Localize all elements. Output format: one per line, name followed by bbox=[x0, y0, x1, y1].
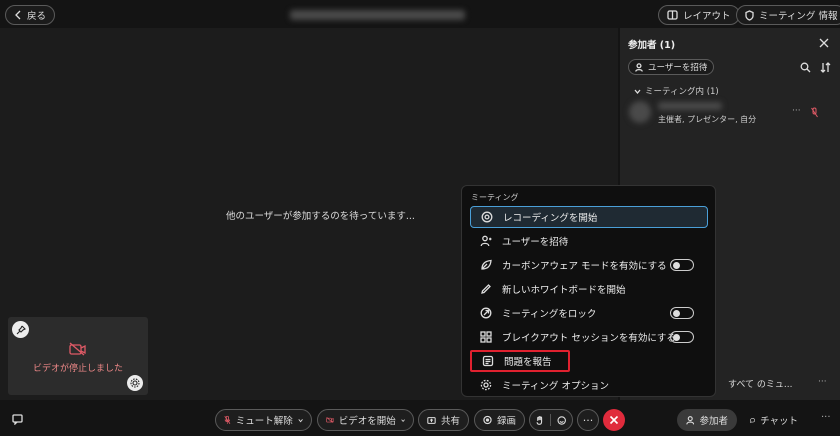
menu-item-8[interactable]: ミーティング オプション bbox=[470, 374, 708, 396]
chat-button[interactable]: チャット bbox=[741, 409, 807, 431]
menu-item-6[interactable]: ブレイクアウト セッションを有効にする bbox=[470, 326, 708, 348]
leaf-icon bbox=[481, 259, 492, 270]
participants-label: 参加者 bbox=[699, 416, 728, 427]
more-options-button[interactable]: ··· bbox=[577, 409, 599, 431]
toggle-switch[interactable] bbox=[670, 331, 694, 343]
video-off-icon bbox=[69, 342, 86, 356]
sort-icon[interactable] bbox=[820, 62, 831, 73]
more-icon: ··· bbox=[582, 413, 594, 427]
layout-label: レイアウト bbox=[683, 11, 731, 22]
participant-more-icon[interactable]: ··· bbox=[792, 106, 801, 116]
raise-hand-icon[interactable] bbox=[536, 415, 544, 426]
menu-item-2[interactable]: ユーザーを招待 bbox=[470, 230, 708, 252]
participant-role: 主催者, プレゼンター, 自分 bbox=[658, 115, 757, 124]
start-video-button[interactable]: ビデオを開始 bbox=[317, 409, 414, 431]
start-video-label: ビデオを開始 bbox=[338, 416, 396, 427]
shield-icon bbox=[745, 9, 754, 21]
panel-title: 参加者 (1) bbox=[628, 40, 676, 51]
video-stopped-label: ビデオが停止しました bbox=[32, 364, 123, 374]
meeting-info-button[interactable]: ミーティング 情報 bbox=[736, 5, 840, 25]
panel-more-icon[interactable]: ··· bbox=[818, 377, 827, 387]
section-label: ミーティング内 (1) bbox=[645, 87, 719, 97]
menu-item-4[interactable]: 新しいホワイトボードを開始 bbox=[470, 278, 708, 300]
person-icon bbox=[686, 415, 695, 424]
menu-item-label: カーボンアウェア モードを有効にする bbox=[502, 261, 667, 272]
gear-icon bbox=[480, 379, 492, 391]
self-view-tile: ビデオが停止しました bbox=[8, 317, 148, 395]
lock-icon bbox=[480, 307, 492, 319]
back-button[interactable]: 戻る bbox=[5, 5, 56, 25]
unmute-label: ミュート解除 bbox=[235, 416, 293, 427]
meeting-title-blurred bbox=[290, 10, 465, 20]
menu-item-label: レコーディングを開始 bbox=[503, 213, 598, 224]
pin-icon bbox=[16, 325, 26, 334]
share-button[interactable]: 共有 bbox=[418, 409, 469, 431]
waiting-message: 他のユーザーが参加するのを待っています... bbox=[226, 211, 415, 222]
chevron-down-icon bbox=[634, 89, 641, 94]
record-icon bbox=[481, 211, 493, 223]
self-view-settings-button[interactable] bbox=[127, 375, 143, 391]
layout-button[interactable]: レイアウト bbox=[658, 5, 740, 25]
invite-users-label: ユーザーを招待 bbox=[648, 63, 708, 73]
person-icon bbox=[635, 62, 643, 72]
meeting-info-label: ミーティング 情報 bbox=[759, 11, 838, 22]
menu-item-label: 新しいホワイトボードを開始 bbox=[502, 285, 626, 296]
more-options-menu: ミーティング レコーディングを開始 ユーザーを招待カーボンアウェア モードを有効に… bbox=[461, 185, 716, 397]
chat-icon bbox=[750, 417, 755, 423]
chevron-left-icon bbox=[15, 10, 21, 20]
search-icon[interactable] bbox=[800, 62, 811, 73]
record-icon bbox=[483, 415, 492, 425]
menu-section-label: ミーティング bbox=[471, 193, 519, 202]
emoji-icon[interactable] bbox=[557, 415, 566, 426]
record-label: 録画 bbox=[496, 416, 516, 427]
pencil-icon bbox=[481, 284, 491, 294]
chevron-down-icon bbox=[401, 418, 405, 422]
invite-users-button[interactable]: ユーザーを招待 bbox=[628, 59, 715, 75]
menu-item-label: 問題を報告 bbox=[504, 357, 552, 368]
captions-icon[interactable] bbox=[12, 414, 23, 425]
record-button[interactable]: 録画 bbox=[474, 409, 525, 431]
menu-item-5[interactable]: ミーティングをロック bbox=[470, 302, 708, 324]
gear-icon bbox=[130, 378, 140, 388]
chevron-down-icon bbox=[298, 418, 303, 422]
share-label: 共有 bbox=[440, 416, 460, 427]
participants-button[interactable]: 参加者 bbox=[677, 409, 737, 431]
end-call-button[interactable] bbox=[603, 409, 625, 431]
mic-muted-icon bbox=[811, 107, 818, 118]
back-label: 戻る bbox=[27, 11, 47, 22]
close-icon bbox=[609, 415, 619, 425]
menu-item-1[interactable]: レコーディングを開始 bbox=[470, 206, 708, 228]
toolbar-more-icon[interactable]: ··· bbox=[821, 412, 831, 423]
chat-label: チャット bbox=[760, 416, 798, 427]
close-icon[interactable] bbox=[819, 38, 829, 48]
mic-muted-icon bbox=[224, 415, 231, 424]
menu-item-label: ミーティング オプション bbox=[502, 381, 609, 392]
toggle-switch[interactable] bbox=[670, 307, 694, 319]
menu-item-3[interactable]: カーボンアウェア モードを有効にする bbox=[470, 254, 708, 276]
menu-item-label: ユーザーを招待 bbox=[502, 237, 569, 248]
menu-item-7[interactable]: 問題を報告 bbox=[470, 350, 570, 372]
layout-icon bbox=[667, 10, 678, 20]
participant-name-blurred bbox=[658, 102, 722, 110]
grid-icon bbox=[480, 331, 492, 343]
pin-button[interactable] bbox=[12, 321, 29, 338]
in-meeting-section-header[interactable]: ミーティング内 (1) bbox=[634, 85, 719, 97]
report-icon bbox=[482, 355, 494, 367]
add-person-icon bbox=[480, 235, 492, 247]
toggle-switch[interactable] bbox=[670, 259, 694, 271]
video-off-icon bbox=[326, 417, 334, 423]
mute-all-link[interactable]: すべて のミュ... bbox=[728, 377, 792, 390]
avatar bbox=[629, 101, 651, 123]
menu-item-label: ブレイクアウト セッションを有効にする bbox=[502, 333, 676, 344]
unmute-button[interactable]: ミュート解除 bbox=[215, 409, 312, 431]
share-screen-icon bbox=[427, 416, 436, 424]
menu-item-label: ミーティングをロック bbox=[502, 309, 597, 320]
reactions-group bbox=[529, 409, 573, 431]
